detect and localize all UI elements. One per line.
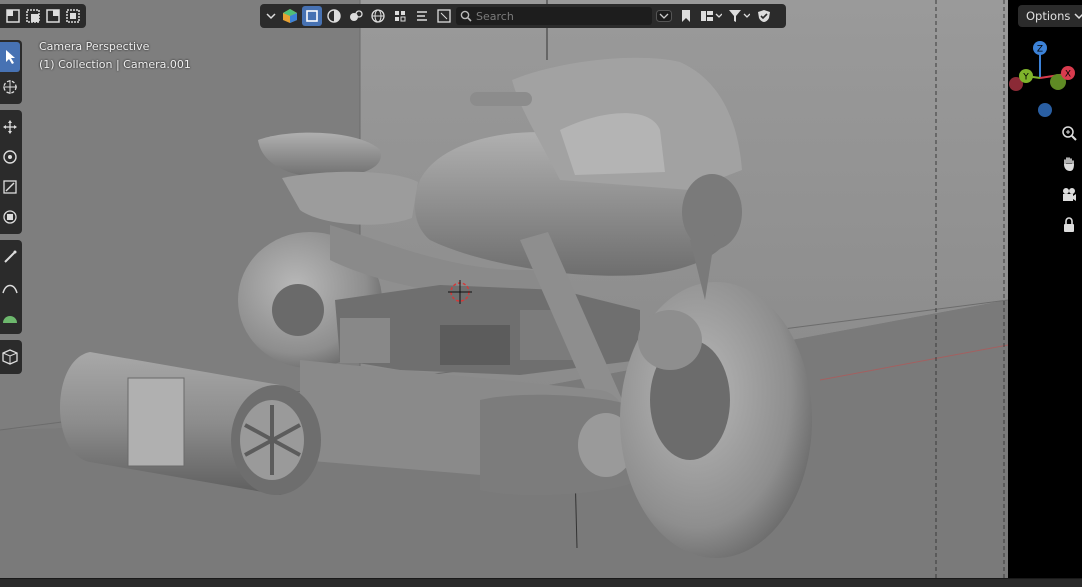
view-layer-icon[interactable] (698, 6, 724, 26)
chevron-down-icon[interactable] (264, 6, 278, 26)
measure-tool-icon[interactable] (0, 272, 20, 302)
options-dropdown[interactable]: Options (1018, 5, 1082, 27)
view-mode-label: Camera Perspective (39, 40, 150, 53)
transform-tool-icon[interactable] (0, 202, 20, 232)
shield-check-icon[interactable] (754, 6, 774, 26)
gizmo-z-label: Z (1037, 45, 1043, 55)
gizmo-x-label: X (1065, 70, 1071, 80)
transform-pivot-icon[interactable] (434, 6, 454, 26)
tool-shelf (0, 40, 22, 380)
select-box-icon[interactable] (302, 6, 322, 26)
search-icon (460, 10, 472, 22)
viewport-info-overlay: Camera Perspective (1) Collection | Came… (39, 38, 191, 74)
add-cube-icon[interactable] (0, 342, 20, 372)
proportional-edit-icon[interactable] (412, 6, 432, 26)
cursor-tool-icon[interactable] (0, 72, 20, 102)
viewport-header (260, 4, 786, 28)
annotate-tool-icon[interactable] (0, 242, 20, 272)
3d-viewport[interactable] (0, 0, 1008, 580)
search-field[interactable] (456, 7, 652, 25)
scene-render (0, 0, 1008, 580)
options-label: Options (1026, 9, 1071, 23)
select-subtract-icon[interactable] (44, 6, 62, 26)
filter-icon[interactable] (726, 6, 752, 26)
search-input[interactable] (476, 9, 646, 23)
select-new-icon[interactable] (4, 6, 22, 26)
pan-hand-icon[interactable] (1058, 153, 1080, 175)
navigation-gizmo[interactable]: Z Y X (1004, 36, 1082, 126)
chevron-down-icon (1074, 13, 1082, 20)
gizmo-neg-z[interactable] (1038, 103, 1052, 117)
select-extend-icon[interactable] (24, 6, 42, 26)
zoom-icon[interactable] (1058, 122, 1080, 144)
gizmo-y-label: Y (1022, 73, 1029, 83)
select-tool-icon[interactable] (0, 42, 20, 72)
protractor-icon[interactable] (0, 302, 20, 332)
camera-view-icon[interactable] (1058, 184, 1080, 206)
rotate-tool-icon[interactable] (0, 142, 20, 172)
scale-tool-icon[interactable] (0, 172, 20, 202)
global-icon[interactable] (368, 6, 388, 26)
viewport-shading-icon[interactable] (324, 6, 344, 26)
search-dropdown-icon[interactable] (654, 6, 674, 26)
bookmark-icon[interactable] (676, 6, 696, 26)
select-intersect-icon[interactable] (64, 6, 82, 26)
active-object-label: (1) Collection | Camera.001 (39, 58, 191, 71)
select-mode-group (0, 4, 86, 28)
lock-icon[interactable] (1058, 214, 1080, 236)
overlays-icon[interactable] (346, 6, 366, 26)
snap-icon[interactable] (390, 6, 410, 26)
move-tool-icon[interactable] (0, 112, 20, 142)
object-type-icon[interactable] (280, 6, 300, 26)
